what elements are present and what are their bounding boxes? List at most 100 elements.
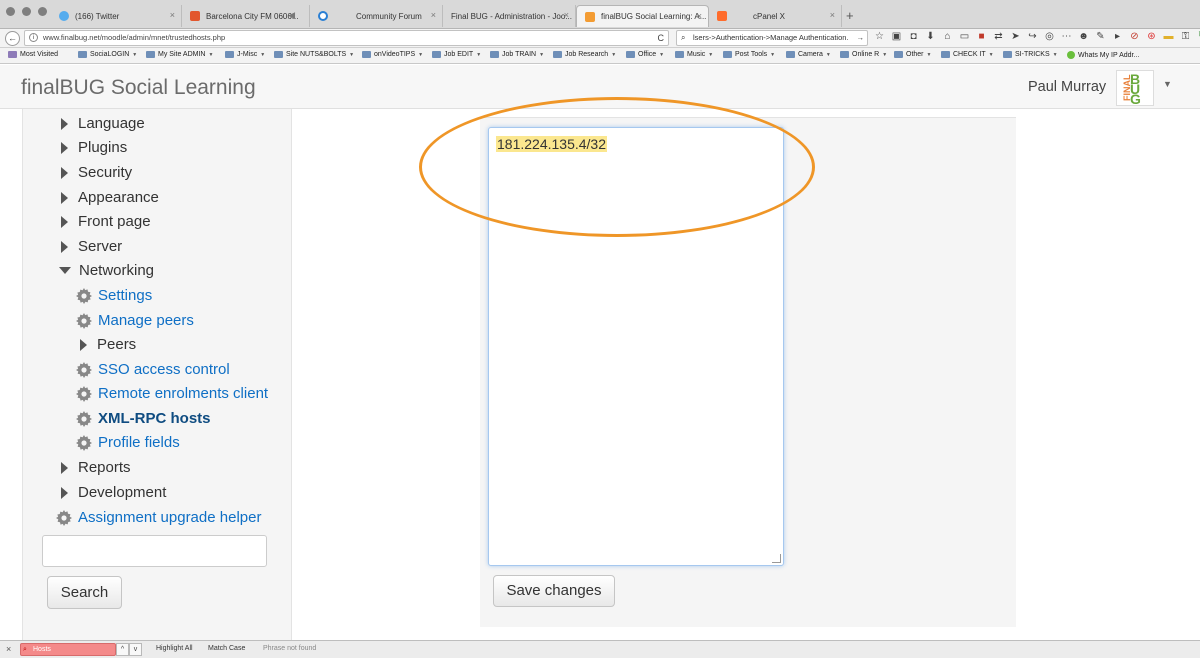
browser-tab-active[interactable]: finalBUG Social Learning: A... × xyxy=(576,5,709,27)
globe-icon[interactable]: ◎ xyxy=(1044,31,1055,43)
browser-search-box[interactable]: ⌕ lsers->Authentication->Manage Authenti… xyxy=(676,30,868,46)
sidebar-item-label: Settings xyxy=(98,287,153,304)
admin-search-button[interactable]: Search xyxy=(47,576,122,609)
bookmark-item[interactable]: onVideoTIPS ▼ xyxy=(362,51,423,58)
bookmark-item[interactable]: Job Research ▼ xyxy=(553,51,616,58)
bookmark-item[interactable]: Whats My IP Addr... xyxy=(1067,51,1139,59)
folder-icon[interactable]: ▭ xyxy=(959,31,970,43)
bookmark-item[interactable]: SI-TRICKS ▼ xyxy=(1003,51,1058,58)
bookmark-item[interactable]: CHECK IT ▼ xyxy=(941,51,994,58)
tab-close-icon[interactable]: × xyxy=(170,10,175,20)
sidebar-item-appearance[interactable]: Appearance xyxy=(61,189,159,206)
bookmark-label: Job Research xyxy=(565,51,609,58)
sidebar-item-reports[interactable]: Reports xyxy=(61,459,131,476)
search-go-icon[interactable]: → xyxy=(857,31,865,45)
folder-icon xyxy=(723,51,732,58)
admin-search-input[interactable] xyxy=(42,535,267,567)
tab-close-icon[interactable]: × xyxy=(431,10,436,20)
sidebar-item-remote-enrolments-client[interactable]: Remote enrolments client xyxy=(76,385,268,402)
site-name[interactable]: finalBUG Social Learning xyxy=(21,76,256,100)
back-button[interactable]: ← xyxy=(5,31,20,46)
sidebar-item-server[interactable]: Server xyxy=(61,238,122,255)
arrow-icon[interactable]: ▸ xyxy=(1112,31,1123,43)
send-icon[interactable]: ➤ xyxy=(1010,31,1021,43)
sidebar-item-language[interactable]: Language xyxy=(61,115,145,132)
browser-tab[interactable]: Barcelona City FM 0606... ◀ xyxy=(182,5,310,27)
bookmark-item[interactable]: Office ▼ xyxy=(626,51,664,58)
sidebar-item-plugins[interactable]: Plugins xyxy=(61,139,127,156)
browser-tab[interactable]: Final BUG - Administration - Joo... × xyxy=(443,5,576,27)
lock-icon[interactable]: ⚿ xyxy=(1180,31,1191,43)
sidebar-item-manage-peers[interactable]: Manage peers xyxy=(76,312,194,329)
sidebar-item-profile-fields[interactable]: Profile fields xyxy=(76,434,180,451)
tool-icon[interactable]: ✎ xyxy=(1095,31,1106,43)
share-icon[interactable]: ↪ xyxy=(1027,31,1038,43)
info-icon[interactable]: i xyxy=(29,33,38,42)
bookmark-item[interactable]: Other ▼ xyxy=(894,51,931,58)
sidebar-item-security[interactable]: Security xyxy=(61,164,132,181)
bookmark-item[interactable]: Music ▼ xyxy=(675,51,713,58)
gear-icon xyxy=(76,385,92,402)
collapse-triangle-icon xyxy=(59,267,71,274)
close-find-icon[interactable]: × xyxy=(6,644,11,654)
user-name[interactable]: Paul Murray xyxy=(1028,79,1106,95)
url-bar[interactable]: i www.finalbug.net/moodle/admin/mnet/tru… xyxy=(24,30,669,46)
lifebuoy-icon[interactable]: ⊛ xyxy=(1146,31,1157,43)
new-tab-button[interactable]: + xyxy=(846,8,854,23)
bookmark-item[interactable]: Post Tools ▼ xyxy=(723,51,775,58)
avatar[interactable]: FINAL BUG xyxy=(1116,70,1154,106)
speaker-icon[interactable]: ◀ xyxy=(288,10,295,21)
find-input[interactable]: ⌕ Hosts xyxy=(20,643,116,656)
resize-grip-icon[interactable] xyxy=(772,554,781,563)
reading-list-icon[interactable]: ▣ xyxy=(891,31,902,43)
dots-icon[interactable]: ⋯ xyxy=(1061,31,1072,43)
block-icon[interactable]: ⊘ xyxy=(1129,31,1140,43)
window-controls[interactable] xyxy=(6,7,47,16)
star-icon[interactable]: ☆ xyxy=(874,31,885,43)
browser-tab[interactable]: Community Forum × xyxy=(310,5,443,27)
extension-red-icon[interactable]: ■ xyxy=(976,31,987,43)
user-menu-caret-icon[interactable]: ▼ xyxy=(1163,79,1172,89)
download-icon[interactable]: ⬇ xyxy=(925,31,936,43)
bookmark-item[interactable]: Job TRAIN ▼ xyxy=(490,51,544,58)
save-changes-button[interactable]: Save changes xyxy=(493,575,615,607)
tab-close-icon[interactable]: × xyxy=(564,10,569,20)
bookmark-item[interactable]: My Site ADMIN ▼ xyxy=(146,51,213,58)
close-window-dot[interactable] xyxy=(6,7,15,16)
bookmark-item[interactable]: Job EDIT ▼ xyxy=(432,51,481,58)
sidebar-item-xml-rpc-hosts[interactable]: XML-RPC hosts xyxy=(76,410,211,427)
bookmark-item[interactable]: Site NUTS&BOLTS ▼ xyxy=(274,51,354,58)
ghost-icon[interactable]: ☻ xyxy=(1078,31,1089,43)
sidebar-item-networking[interactable]: Networking xyxy=(59,262,154,279)
minimize-window-dot[interactable] xyxy=(22,7,31,16)
sidebar-item-peers[interactable]: Peers xyxy=(80,336,136,353)
sidebar-item-sso-access-control[interactable]: SSO access control xyxy=(76,361,230,378)
sidebar-item-development[interactable]: Development xyxy=(61,484,166,501)
bookmark-item[interactable]: J-Misc ▼ xyxy=(225,51,265,58)
note-icon[interactable]: ▬ xyxy=(1163,31,1174,43)
reload-button[interactable]: C xyxy=(658,31,665,45)
find-next-button[interactable]: v xyxy=(129,643,142,656)
chevron-down-icon: ▼ xyxy=(770,51,776,58)
highlight-all-toggle[interactable]: Highlight All xyxy=(156,645,193,652)
bookmark-label: Site NUTS&BOLTS xyxy=(286,51,347,58)
tab-close-icon[interactable]: × xyxy=(697,11,702,21)
bookmark-item[interactable]: Online R ▼ xyxy=(840,51,887,58)
sync-icon[interactable]: ⇄ xyxy=(993,31,1004,43)
bookmark-item[interactable]: Most Visited xyxy=(8,51,58,58)
sidebar-item-front-page[interactable]: Front page xyxy=(61,213,151,230)
tab-close-icon[interactable]: × xyxy=(830,10,835,20)
sidebar-item-label: Plugins xyxy=(78,139,128,156)
bookmark-item[interactable]: SociaLOGIN ▼ xyxy=(78,51,137,58)
bookmark-label: SociaLOGIN xyxy=(90,51,130,58)
sidebar-item-assignment-upgrade-helper[interactable]: Assignment upgrade helper xyxy=(56,509,261,526)
find-previous-button[interactable]: ^ xyxy=(116,643,129,656)
match-case-toggle[interactable]: Match Case xyxy=(208,645,245,652)
zoom-window-dot[interactable] xyxy=(38,7,47,16)
browser-tab[interactable]: (166) Twitter × xyxy=(51,5,182,27)
browser-tab[interactable]: cPanel X × xyxy=(709,5,842,27)
sidebar-item-settings[interactable]: Settings xyxy=(76,287,152,304)
home-icon[interactable]: ⌂ xyxy=(942,31,953,43)
pocket-icon[interactable]: ◘ xyxy=(908,31,919,43)
bookmark-item[interactable]: Camera ▼ xyxy=(786,51,831,58)
